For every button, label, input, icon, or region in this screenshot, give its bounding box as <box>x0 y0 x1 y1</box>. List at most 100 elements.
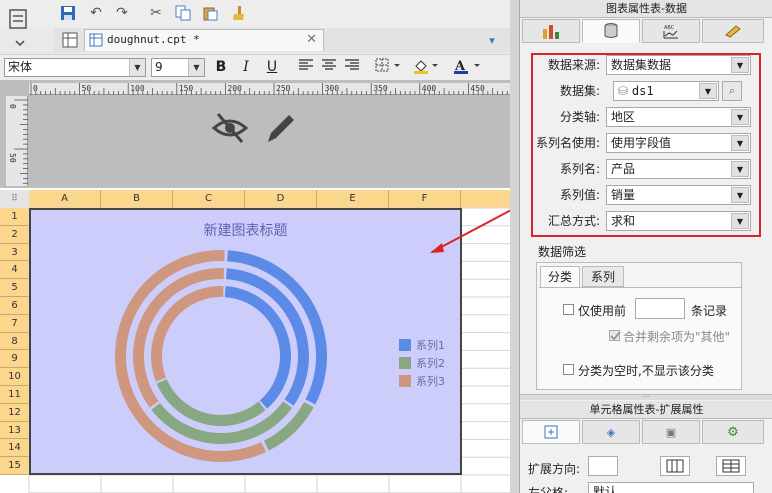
cut-icon[interactable]: ✂ <box>146 3 166 23</box>
expand-vertical-button[interactable] <box>716 456 746 476</box>
file-tab-label: doughnut.cpt * <box>107 33 200 46</box>
report-file-icon <box>89 33 103 47</box>
database-icon <box>604 23 618 38</box>
undo-icon[interactable]: ↶ <box>86 3 106 23</box>
filter-panel: 分类 系列 仅使用前 条记录 合并剩余项为"其他" 分类为空时,不显示该分类 <box>536 262 742 390</box>
tab-expand[interactable] <box>522 420 580 444</box>
doughnut-chart[interactable]: 新建图表标题 系列1 系列2 系列3 <box>29 208 462 475</box>
ruler-label: 100 <box>130 84 145 93</box>
canvas-background <box>0 80 510 188</box>
use-top-checkbox[interactable] <box>563 304 574 315</box>
italic-button[interactable]: I <box>236 58 256 76</box>
ruler-label: 200 <box>227 84 242 93</box>
legend-item: 系列1 <box>399 336 445 354</box>
tab-cell-settings[interactable]: ⚙ <box>702 420 764 444</box>
chart-style-icon: ABC <box>663 25 678 39</box>
legend-item: 系列2 <box>399 354 445 372</box>
splitter-handle[interactable]: ··· <box>520 394 772 401</box>
bold-button[interactable]: B <box>211 58 231 76</box>
chart-legend: 系列1 系列2 系列3 <box>399 336 445 390</box>
ruler-label: 350 <box>373 84 388 93</box>
main-toolbar: ↶ ↷ ✂ <box>0 0 510 47</box>
font-color-icon[interactable]: A <box>452 58 486 76</box>
chart-property-title: 图表属性表-数据 <box>520 0 772 18</box>
merge-rest-checkbox[interactable] <box>609 330 621 341</box>
template-menu-button[interactable] <box>4 4 36 50</box>
parent-cell-label: 左父格: <box>528 486 569 493</box>
hide-empty-checkbox[interactable] <box>563 364 574 375</box>
ruler-label: 250 <box>276 84 291 93</box>
parent-cell-select[interactable]: 默认 <box>588 482 754 493</box>
spreadsheet-grid: ⠿ ABCDEF 1 2 3 4 5 6 7 8 9 10 11 12 13 14 15 新建图表标题 系列… <box>0 188 510 493</box>
font-size-value: 9 <box>155 60 163 74</box>
tab-special-effects[interactable] <box>702 19 764 43</box>
tab-category[interactable]: 分类 <box>540 266 580 287</box>
chart-type-icon <box>543 25 559 39</box>
chevron-down-icon: ▼ <box>129 59 145 76</box>
border-icon[interactable] <box>374 58 404 76</box>
cell-property-title: 单元格属性表-扩展属性 <box>520 401 772 419</box>
effects-icon <box>725 25 741 38</box>
close-tab-icon[interactable]: ✕ <box>306 32 317 47</box>
tab-cell-element[interactable]: ◈ <box>582 420 640 444</box>
highlight-box <box>531 53 761 237</box>
vertical-ruler: 0 50 <box>6 96 28 189</box>
edit-pencil-icon[interactable] <box>262 110 298 146</box>
tab-series[interactable]: 系列 <box>582 266 624 287</box>
ruler-label: 0 <box>8 104 17 109</box>
expand-direction-label: 扩展方向: <box>528 462 581 476</box>
expand-none-button[interactable] <box>588 456 618 476</box>
merge-rest-label: 合并剩余项为"其他" <box>623 330 731 344</box>
ruler-label: 450 <box>470 84 485 93</box>
tab-style[interactable]: ABC <box>642 19 700 43</box>
save-icon[interactable] <box>58 3 78 23</box>
legend-label: 系列1 <box>416 339 445 352</box>
hide-empty-label: 分类为空时,不显示该分类 <box>578 364 714 378</box>
expand-icon <box>544 425 558 439</box>
tab-data[interactable] <box>582 19 640 43</box>
font-size-select[interactable]: 9 ▼ <box>151 58 205 77</box>
file-tab-bar: doughnut.cpt * ✕ ▾ <box>54 28 510 52</box>
legend-swatch <box>399 357 411 369</box>
align-center-icon[interactable] <box>319 58 339 76</box>
filter-section-title: 数据筛选 <box>538 245 587 259</box>
font-family-value: 宋体 <box>8 60 33 74</box>
records-suffix-label: 条记录 <box>691 304 728 318</box>
underline-button[interactable]: U <box>262 58 282 76</box>
align-right-icon[interactable] <box>342 58 362 76</box>
settings-gear-icon: ⚙ <box>727 424 739 440</box>
cell-element-icon: ◈ <box>606 425 616 439</box>
top-count-input[interactable] <box>635 298 685 319</box>
designer-area: ↶ ↷ ✂ doughnut.cpt * ✕ ▾ 宋体 ▼ 9 ▼ B I U … <box>0 0 510 493</box>
legend-label: 系列3 <box>416 375 445 388</box>
file-tab[interactable]: doughnut.cpt * ✕ <box>84 29 324 51</box>
paste-icon[interactable] <box>200 3 220 23</box>
redo-icon[interactable]: ↷ <box>112 3 132 23</box>
parent-cell-value: 默认 <box>593 485 618 493</box>
legend-swatch <box>399 339 411 351</box>
ruler-label: 150 <box>179 84 194 93</box>
template-menu-icon <box>9 9 27 47</box>
cell-style-icon: ▣ <box>665 425 677 439</box>
copy-icon[interactable] <box>173 3 193 23</box>
ruler-label: 50 <box>82 84 92 93</box>
align-left-icon[interactable] <box>296 58 316 76</box>
format-brush-icon[interactable] <box>228 3 248 23</box>
svg-text:ABC: ABC <box>664 25 675 31</box>
filter-tab-content: 仅使用前 条记录 合并剩余项为"其他" 分类为空时,不显示该分类 <box>539 287 741 389</box>
font-family-select[interactable]: 宋体 ▼ <box>4 58 146 77</box>
fill-color-icon[interactable] <box>412 58 442 76</box>
tab-cell-style[interactable]: ▣ <box>642 420 700 444</box>
ruler-label: 400 <box>422 84 437 93</box>
expand-horizontal-button[interactable] <box>660 456 690 476</box>
tab-list-icon[interactable]: ▾ <box>482 30 502 50</box>
legend-swatch <box>399 375 411 387</box>
hidden-eye-icon[interactable] <box>211 110 249 146</box>
new-sheet-icon[interactable] <box>60 30 80 50</box>
horizontal-ruler: 0 50 100 150 200 250 300 350 400 450 <box>29 83 510 95</box>
legend-item: 系列3 <box>399 372 445 390</box>
tab-chart-type[interactable] <box>522 19 580 43</box>
ruler-label: 300 <box>325 84 340 93</box>
ruler-label: 0 <box>33 84 38 93</box>
use-top-label: 仅使用前 <box>578 304 627 318</box>
